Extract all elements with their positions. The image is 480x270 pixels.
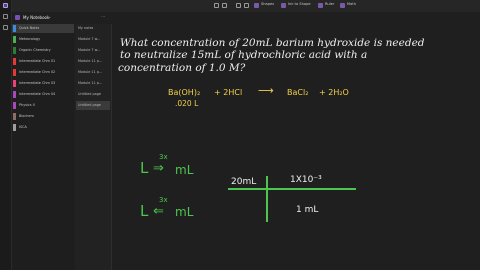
conversion-2-factor: 3x (159, 196, 168, 204)
page-label: Module 7 w... (78, 48, 101, 52)
conversion-1-to: mL (175, 163, 194, 177)
question-line-3: concentration of 1.0 M? (118, 62, 246, 74)
section-label: Physics II (19, 103, 35, 107)
table-top-right-value: 1X10⁻³ (290, 175, 322, 185)
section-label: Quick Notes (19, 26, 40, 30)
section-label: Intermediate Chm 03 (19, 81, 56, 85)
section-item[interactable]: Intermediate Chm 02 (12, 68, 74, 77)
conversion-table-horizontal-line (228, 188, 356, 190)
app-rail (0, 0, 12, 270)
draw-ribbon: Shapes Ink to Shape Ruler Math (0, 0, 480, 12)
table-top-left-value: 20mL (231, 177, 257, 187)
equation-reactant-1: Ba(OH)₂ (168, 88, 201, 97)
page-item[interactable]: Untitled page (76, 90, 110, 99)
section-color-marker (13, 124, 16, 131)
notebook-header[interactable]: My Notebook ⌄ ⋯ (12, 13, 108, 23)
page-item[interactable]: Untitled page (76, 101, 110, 110)
page-item[interactable]: Module 7 w... (76, 35, 110, 44)
section-color-marker (13, 102, 16, 109)
section-item[interactable]: Intermediate Chm 01 (12, 57, 74, 66)
page-item[interactable]: Module 11 p... (76, 79, 110, 88)
page-label: Module 7 w... (78, 37, 101, 41)
conversion-1-arrow: ⇒ (153, 161, 164, 176)
equation-product-1: BaCl₂ (287, 88, 309, 97)
section-label: Intermediate Chm 04 (19, 92, 56, 96)
notebook-icon (15, 15, 20, 20)
equation-plus-1: + 2HCl (214, 88, 243, 97)
conversion-2-from: L (140, 202, 149, 220)
section-label: Intermediate Chm 01 (19, 59, 56, 63)
page-item[interactable]: Module 7 w... (76, 46, 110, 55)
page-list: My notes Module 7 w... Module 7 w... Module… (75, 24, 112, 270)
ruler-button[interactable]: Ruler (325, 2, 334, 6)
more-icon[interactable]: ⋯ (101, 14, 105, 19)
section-label: Intermediate Chm 02 (19, 70, 56, 74)
conversion-1-factor: 3x (159, 153, 168, 161)
page-label: Untitled page (78, 103, 101, 107)
lasso-icon[interactable] (214, 3, 219, 8)
page-item[interactable]: Module 11 p... (76, 57, 110, 66)
section-color-marker (13, 69, 16, 76)
note-canvas[interactable]: What concentration of 20mL barium hydrox… (112, 12, 480, 270)
page-label: Module 11 p... (78, 70, 103, 74)
conversion-1-from: L (140, 159, 149, 177)
section-label: Meteorology (19, 37, 41, 41)
section-list: Quick Notes Meteorology Organic Chemistry I… (12, 24, 74, 270)
page-label: Module 11 p... (78, 59, 103, 63)
page-label: My notes (78, 26, 94, 30)
section-item[interactable]: Physics II (12, 101, 74, 110)
section-color-marker (13, 113, 16, 120)
pen-icon[interactable] (236, 3, 241, 8)
equation-plus-2: + 2H₂O (319, 88, 349, 97)
section-label: Biochem (19, 114, 34, 118)
question-line-1: What concentration of 20mL barium hydrox… (120, 37, 425, 49)
section-color-marker (13, 47, 16, 54)
section-item[interactable]: Biochem (12, 112, 74, 121)
section-label: ISCA (19, 125, 27, 129)
recent-icon[interactable] (3, 25, 8, 30)
notebooks-icon[interactable] (3, 3, 8, 8)
equation-volume: .020 L (175, 99, 199, 108)
section-color-marker (13, 80, 16, 87)
section-item[interactable]: Organic Chemistry (12, 46, 74, 55)
math-button[interactable]: Math (347, 2, 356, 6)
search-icon[interactable] (3, 14, 8, 19)
ruler-icon[interactable] (318, 3, 323, 8)
section-item[interactable]: Intermediate Chm 03 (12, 79, 74, 88)
ink-to-shape-icon[interactable] (281, 3, 286, 8)
section-item[interactable]: Intermediate Chm 04 (12, 90, 74, 99)
conversion-2-to: mL (175, 205, 194, 219)
math-icon[interactable] (340, 3, 345, 8)
equation-arrow: ⟶ (258, 84, 274, 97)
section-item[interactable]: Quick Notes (12, 24, 74, 33)
shapes-button[interactable]: Shapes (261, 2, 274, 6)
conversion-table-vertical-line (266, 176, 268, 222)
section-color-marker (13, 91, 16, 98)
section-color-marker (13, 25, 16, 32)
page-label: Untitled page (78, 92, 101, 96)
section-item[interactable]: ISCA (12, 123, 74, 132)
page-item[interactable]: Module 11 p... (76, 68, 110, 77)
table-bottom-right-value: 1 mL (296, 205, 319, 215)
ink-to-shape-button[interactable]: Ink to Shape (288, 2, 311, 6)
highlighter-icon[interactable] (244, 3, 249, 8)
chevron-down-icon[interactable]: ⌄ (48, 14, 51, 19)
eraser-icon[interactable] (222, 3, 227, 8)
page-label: Module 11 p... (78, 81, 103, 85)
section-item[interactable]: Meteorology (12, 35, 74, 44)
page-item[interactable]: My notes (76, 24, 110, 33)
notebook-title[interactable]: My Notebook (23, 15, 49, 20)
conversion-2-arrow: ⇐ (153, 204, 164, 219)
shapes-icon[interactable] (254, 3, 259, 8)
question-line-2: to neutralize 15mL of hydrochloric acid … (120, 49, 368, 61)
section-color-marker (13, 58, 16, 65)
section-color-marker (13, 36, 16, 43)
section-label: Organic Chemistry (19, 48, 51, 52)
